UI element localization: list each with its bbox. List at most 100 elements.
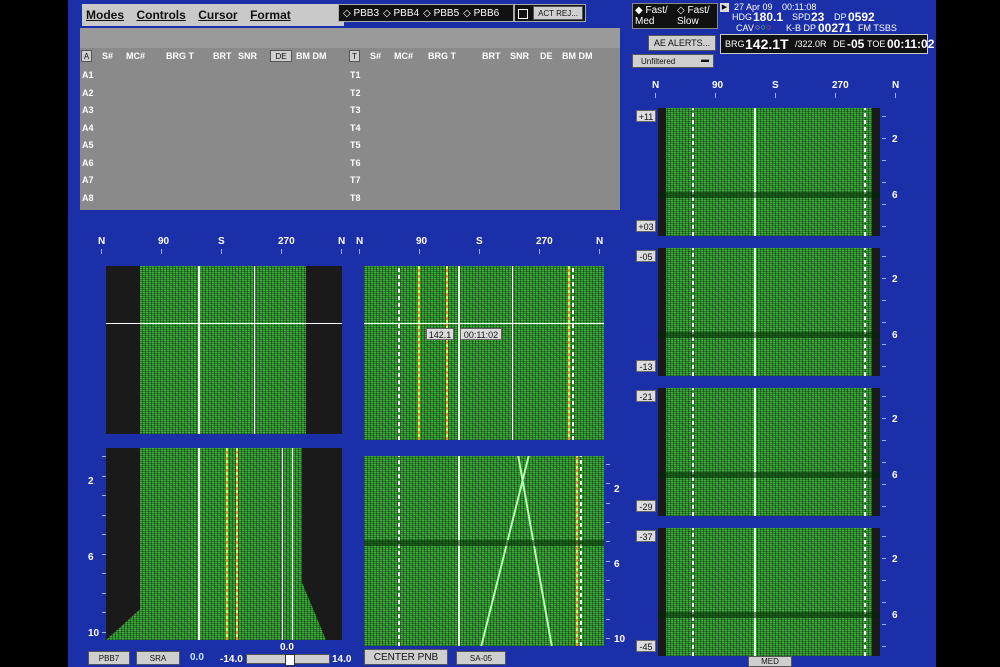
axis-tick — [281, 249, 282, 254]
brg-value: 142.1T — [745, 36, 789, 52]
time-tick — [882, 484, 886, 485]
blank-region-left — [658, 388, 666, 516]
a-row-label[interactable]: A6 — [82, 158, 94, 168]
bearing-axis-label: S — [772, 80, 779, 91]
center-pnb-button[interactable]: CENTER PNB — [364, 649, 448, 665]
right-waterfall[interactable] — [658, 248, 880, 376]
bearing-axis-label: 270 — [278, 236, 295, 247]
a-column-button[interactable]: A — [81, 50, 92, 62]
pbb3-option[interactable]: ◇ PBB3 — [343, 8, 379, 19]
sra-value: SRA — [149, 653, 167, 663]
act-rej-group: ACT REJ... — [514, 4, 586, 22]
waterfall-left-top[interactable] — [106, 266, 342, 434]
time-tick-label: 6 — [614, 559, 620, 570]
bearing-axis-label: N — [652, 80, 660, 91]
time-tick-label: 6 — [892, 470, 898, 481]
blank-region-right — [872, 388, 880, 516]
right-waterfall[interactable] — [658, 388, 880, 516]
waterfall-mid-bottom[interactable] — [364, 456, 604, 646]
slider-min-value: -14.0 — [220, 654, 243, 665]
a-table-header: A S# MC# BRG T BRT SNR DE BM DM — [80, 50, 350, 64]
contact-trace — [512, 266, 513, 440]
slider-handle[interactable] — [285, 654, 295, 666]
gain-slider[interactable] — [246, 654, 330, 666]
sra-dropdown[interactable]: SRA — [136, 651, 180, 665]
menu-controls[interactable]: Controls — [136, 4, 185, 26]
time-tick — [102, 612, 106, 614]
table-header-strip — [80, 28, 620, 48]
a-row-label[interactable]: A2 — [82, 88, 94, 98]
pbb4-option[interactable]: ◇ PBB4 — [383, 8, 419, 19]
ae-alerts-button[interactable]: AE ALERTS... — [648, 35, 716, 51]
a-row-label[interactable]: A7 — [82, 175, 94, 185]
bearing-axis-label: S — [476, 236, 483, 247]
bearing-line — [458, 266, 460, 440]
t-column-button[interactable]: T — [349, 50, 360, 62]
bearing-axis-label: S — [218, 236, 225, 247]
pbb6-option[interactable]: ◇ PBB6 — [463, 8, 499, 19]
time-tick — [102, 553, 106, 555]
bearing-line — [754, 388, 756, 516]
a-col-de-button[interactable]: DE — [270, 50, 292, 62]
t-row-label[interactable]: T7 — [350, 175, 361, 185]
contact-trace — [282, 448, 283, 640]
bearing-axis-label: N — [596, 236, 604, 247]
t-row-label[interactable]: T2 — [350, 88, 361, 98]
contact-trace — [517, 456, 553, 646]
t-col-mc: MC# — [394, 51, 414, 61]
cursor-time-label: 00:11:02 — [460, 328, 502, 340]
bearing-line — [458, 456, 460, 646]
act-rej-checkbox[interactable] — [518, 9, 528, 19]
bearing-marker — [572, 266, 574, 440]
time-tick — [606, 483, 610, 485]
menu-modes[interactable]: Modes — [86, 4, 124, 26]
time-tick — [606, 638, 610, 639]
axis-tick — [835, 93, 836, 98]
act-rej-button[interactable]: ACT REJ... — [533, 6, 583, 20]
fast-slow-option[interactable]: ◇ Fast/ Slow — [677, 5, 717, 27]
waterfall-left-bottom[interactable] — [106, 448, 342, 640]
axis-tick — [539, 249, 540, 254]
a-row-label[interactable]: A4 — [82, 123, 94, 133]
pbb-selector: ◇ PBB3 ◇ PBB4 ◇ PBB5 ◇ PBB6 — [338, 4, 514, 22]
pbb5-option[interactable]: ◇ PBB5 — [423, 8, 459, 19]
bearing-axis-label: 270 — [536, 236, 553, 247]
t-row-label[interactable]: T1 — [350, 70, 361, 80]
t-row-label[interactable]: T8 — [350, 193, 361, 203]
axis-tick — [161, 249, 162, 254]
time-tick — [102, 475, 106, 477]
bearing-marker — [864, 248, 866, 376]
time-tick — [882, 602, 886, 603]
a-row-label[interactable]: A3 — [82, 105, 94, 115]
time-tick-label: 2 — [892, 414, 898, 425]
bearing-axis-label: 270 — [832, 80, 849, 91]
time-tick — [882, 580, 886, 581]
time-tick — [882, 558, 886, 559]
cav-indicator-icon: ○○○ — [755, 22, 772, 32]
fast-med-option[interactable]: ◆ Fast/ Med — [635, 5, 675, 27]
t-row-label[interactable]: T3 — [350, 105, 361, 115]
a-row-label[interactable]: A5 — [82, 140, 94, 150]
t-row-label[interactable]: T4 — [350, 123, 361, 133]
play-icon[interactable]: ▶ — [720, 3, 729, 12]
t-col-snr: SNR — [510, 51, 530, 61]
axis-tick — [479, 249, 480, 254]
kb-dp-label: K-B DP — [786, 23, 817, 33]
menu-cursor[interactable]: Cursor — [198, 4, 237, 26]
menu-format[interactable]: Format — [250, 4, 291, 26]
a-row-label[interactable]: A8 — [82, 193, 94, 203]
pbb7-dropdown[interactable]: PBB7 — [88, 651, 130, 665]
t-row-label[interactable]: T5 — [350, 140, 361, 150]
time-tick — [606, 560, 610, 562]
filter-dropdown[interactable]: Unfiltered ▬ — [632, 54, 714, 68]
med-dropdown[interactable]: MED — [748, 656, 792, 667]
bearing-line — [754, 108, 756, 236]
a-row-label[interactable]: A1 — [82, 70, 94, 80]
right-waterfall[interactable] — [658, 108, 880, 236]
sa-dropdown[interactable]: SA-05 — [456, 651, 506, 665]
time-tick-label: 6 — [88, 552, 94, 563]
right-waterfall[interactable] — [658, 528, 880, 656]
waterfall-mid-top[interactable]: 142.1 00:11:02 — [364, 266, 604, 440]
t-row-label[interactable]: T6 — [350, 158, 361, 168]
axis-tick — [655, 93, 656, 98]
